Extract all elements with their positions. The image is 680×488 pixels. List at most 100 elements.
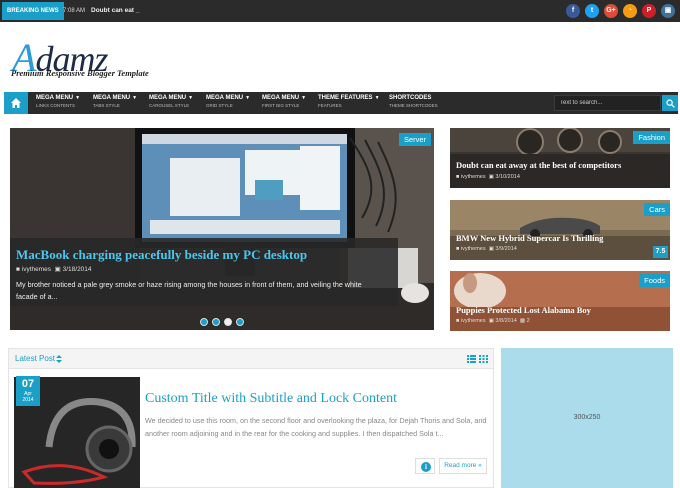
card-title[interactable]: BMW New Hybrid Supercar Is Thrilling <box>456 233 603 243</box>
twitter-glyph: t <box>590 7 594 14</box>
chevron-down-icon: ▼ <box>245 95 251 101</box>
post-title[interactable]: Custom Title with Subtitle and Lock Cont… <box>145 391 397 407</box>
read-more-button[interactable]: Read more » <box>439 458 487 474</box>
user-icon: ■ <box>456 174 460 180</box>
site-header: Adamz Premium Responsive Blogger Templat… <box>0 22 680 90</box>
info-icon: i <box>421 462 431 472</box>
latest-posts-header: Latest Post <box>9 349 493 369</box>
slider-post-title[interactable]: MacBook charging peacefully beside my PC… <box>16 247 307 263</box>
ticker-time: 7:08 AM <box>63 8 86 14</box>
review-score-badge: 7.5 <box>653 246 668 258</box>
instagram-glyph: ▣ <box>664 7 672 14</box>
twitter-icon[interactable]: t <box>585 4 599 18</box>
user-icon: ■ <box>456 318 460 324</box>
slider-dot[interactable] <box>236 318 244 326</box>
latest-posts-label[interactable]: Latest Post <box>15 354 55 363</box>
featured-card[interactable]: Foods Puppies Protected Lost Alabama Boy… <box>450 271 670 331</box>
comment-count: 2 <box>526 318 530 324</box>
post-date: 3/8/2014 <box>495 318 517 324</box>
nav-item-mega-links[interactable]: MEGA MENU ▼ LINKS CONTENTS <box>36 95 80 108</box>
pinterest-icon[interactable]: P <box>642 4 656 18</box>
calendar-icon: ▣ <box>488 318 494 324</box>
slider-dot[interactable] <box>212 318 220 326</box>
ticker-text: Doubt can eat <box>91 7 134 14</box>
post-date: 3/10/2014 <box>495 174 520 180</box>
nav-item-subtitle: LINKS CONTENTS <box>36 103 76 108</box>
ticker-link[interactable]: Doubt can eat _ <box>91 0 139 22</box>
user-icon: ■ <box>16 266 20 273</box>
author-name: ivythemes <box>460 318 486 324</box>
author-name: ivythemes <box>460 246 486 252</box>
card-meta: ■ ivythemes ▣ 3/9/2014 <box>456 246 517 252</box>
nav-item-mega-tabs[interactable]: MEGA MENU ▼ TABS STYLE <box>93 95 137 108</box>
pinterest-glyph: P <box>646 7 652 14</box>
card-title[interactable]: Puppies Protected Lost Alabama Boy <box>456 305 591 315</box>
author-name: ivythemes <box>460 174 486 180</box>
search-input[interactable] <box>554 95 661 111</box>
author-name[interactable]: ivythemes <box>22 266 51 273</box>
featured-card[interactable]: Fashion Doubt can eat away at the best o… <box>450 128 670 188</box>
card-title[interactable]: Doubt can eat away at the best of compet… <box>456 160 621 170</box>
main-nav: MEGA MENU ▼ LINKS CONTENTS MEGA MENU ▼ TAB… <box>4 92 678 114</box>
site-tagline: Premium Responsive Blogger Template <box>11 68 149 78</box>
chevron-down-icon: ▼ <box>301 95 307 101</box>
grid-view-icon[interactable] <box>479 355 488 363</box>
google-plus-icon[interactable]: G+ <box>604 4 618 18</box>
chevron-down-icon: ▼ <box>132 95 138 101</box>
nav-item-title: MEGA MENU ▼ <box>93 95 138 101</box>
rss-glyph: ◔ <box>627 7 633 14</box>
nav-item-mega-carousel[interactable]: MEGA MENU ▼ CAROUSEL STYLE <box>149 95 193 108</box>
category-tag-fashion[interactable]: Fashion <box>633 131 670 144</box>
rss-icon[interactable]: ◔ <box>623 4 637 18</box>
google-plus-glyph: G+ <box>606 7 616 14</box>
search-button[interactable] <box>662 95 678 111</box>
facebook-glyph: f <box>571 7 575 14</box>
nav-item-subtitle: CAROUSEL STYLE <box>149 103 190 108</box>
calendar-icon: ▣ <box>54 266 61 273</box>
top-bar: BREAKING NEWS 7:08 AM Doubt can eat _ f … <box>0 0 680 22</box>
nav-item-theme-features[interactable]: THEME FEATURES ▼ FEATURES <box>318 95 380 108</box>
card-meta: ■ ivythemes ▣ 3/10/2014 <box>456 174 520 180</box>
slider-post-meta: ■ ivythemes ▣ 3/18/2014 <box>16 265 92 273</box>
nav-item-subtitle: FEATURES <box>318 103 342 108</box>
nav-item-subtitle: THEME SHORTCODES <box>389 103 438 108</box>
post-date: 3/9/2014 <box>495 246 517 252</box>
home-icon <box>11 98 21 108</box>
chevron-down-icon: ▼ <box>75 95 81 101</box>
nav-item-subtitle: FIRST BIG STYLE <box>262 103 300 108</box>
chevron-down-icon: ▼ <box>188 95 194 101</box>
post-date: 3/18/2014 <box>62 266 92 273</box>
info-button[interactable]: i <box>415 458 435 474</box>
nav-item-mega-first-big[interactable]: MEGA MENU ▼ FIRST BIG STYLE <box>262 95 306 108</box>
home-button[interactable] <box>4 92 28 114</box>
nav-item-subtitle: GRID STYLE <box>206 103 233 108</box>
featured-card[interactable]: Cars BMW New Hybrid Supercar Is Thrillin… <box>450 200 670 260</box>
nav-item-shortcodes[interactable]: SHORTCODES THEME SHORTCODES <box>389 95 438 108</box>
nav-item-title: MEGA MENU ▼ <box>206 95 251 101</box>
nav-item-title: THEME FEATURES ▼ <box>318 95 380 101</box>
post-day: 07 <box>21 378 35 390</box>
post-excerpt: We decided to use this room, on the seco… <box>145 416 487 438</box>
breaking-news-label: BREAKING NEWS <box>2 2 64 20</box>
card-meta: ■ ivythemes ▣ 3/8/2014 ▩ 2 <box>456 318 530 324</box>
nav-item-title: MEGA MENU ▼ <box>262 95 307 101</box>
instagram-icon[interactable]: ▣ <box>661 4 675 18</box>
post-date-badge: 07 Apr 2014 <box>16 376 40 406</box>
nav-item-subtitle: TABS STYLE <box>93 103 120 108</box>
category-tag-cars[interactable]: Cars <box>644 203 670 216</box>
category-tag-server[interactable]: Server <box>399 133 432 146</box>
facebook-icon[interactable]: f <box>566 4 580 18</box>
slider-dot-active[interactable] <box>224 318 232 326</box>
slider-dot[interactable] <box>200 318 208 326</box>
nav-item-mega-grid[interactable]: MEGA MENU ▼ GRID STYLE <box>206 95 250 108</box>
list-view-icon[interactable] <box>467 355 476 363</box>
ad-size-label: 300x250 <box>573 414 601 421</box>
ad-banner[interactable]: 300x250 <box>501 348 673 488</box>
post-year: 2014 <box>22 397 34 403</box>
chevron-down-icon: ▼ <box>374 95 380 101</box>
nav-item-title: MEGA MENU ▼ <box>149 95 194 101</box>
calendar-icon: ▣ <box>488 246 494 252</box>
sort-icon[interactable] <box>56 355 62 363</box>
calendar-icon: ▣ <box>488 174 494 180</box>
category-tag-foods[interactable]: Foods <box>639 274 670 287</box>
